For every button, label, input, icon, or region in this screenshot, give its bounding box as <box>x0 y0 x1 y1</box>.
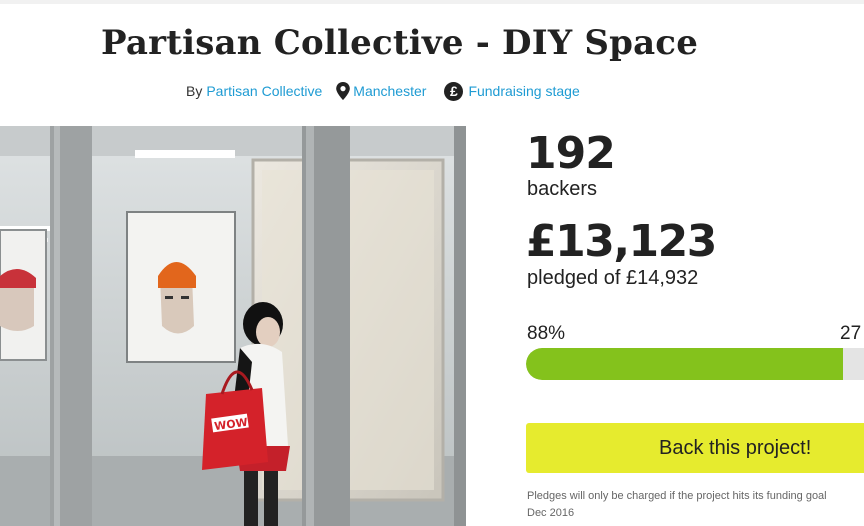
funding-progress-fill <box>526 348 843 380</box>
pledged-amount: £13,123 <box>526 216 717 267</box>
top-divider <box>0 0 864 4</box>
pledge-notice-line1: Pledges will only be charged if the proj… <box>527 490 827 502</box>
by-label: By <box>186 83 203 99</box>
stage-link[interactable]: Fundraising stage <box>468 83 579 99</box>
project-meta: By Partisan Collective Manchester £ Fund… <box>186 78 580 104</box>
project-photo: WOW <box>0 126 466 526</box>
project-page: Partisan Collective - DIY Space By Parti… <box>0 0 864 526</box>
stage: £ Fundraising stage <box>440 81 580 101</box>
gallery-photo-image: WOW <box>0 126 466 526</box>
map-pin-icon <box>336 82 351 100</box>
days-remaining: 27 <box>840 323 862 344</box>
pledge-notice-line2: Dec 2016 <box>527 507 575 519</box>
pledged-goal-label: pledged of £14,932 <box>527 267 699 289</box>
pledge-notice: Pledges will only be charged if the proj… <box>527 488 864 522</box>
project-title: Partisan Collective - DIY Space <box>101 23 699 63</box>
backers-label: backers <box>527 178 598 200</box>
location-link[interactable]: Manchester <box>353 83 426 99</box>
funding-progress-bar <box>526 348 864 380</box>
back-project-button[interactable]: Back this project! <box>526 423 864 473</box>
creator-link[interactable]: Partisan Collective <box>206 83 322 99</box>
pound-circle-icon: £ <box>444 81 464 101</box>
location: Manchester <box>336 82 426 100</box>
funded-percent: 88% <box>527 323 566 344</box>
backers-count: 192 <box>526 128 616 179</box>
